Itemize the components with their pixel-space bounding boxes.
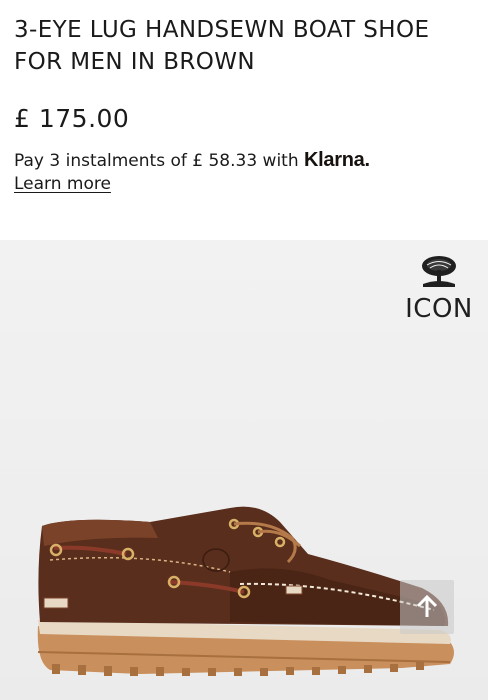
product-price: £ 175.00	[14, 104, 130, 133]
product-image[interactable]: ICON	[0, 240, 488, 700]
icon-badge-text: ICON	[405, 294, 473, 324]
expand-icon[interactable]	[456, 692, 480, 700]
product-info: 3-EYE LUG HANDSEWN BOAT SHOE FOR MEN IN …	[0, 0, 488, 240]
scroll-to-top-button[interactable]	[400, 580, 454, 634]
klarna-installments: Pay 3 instalments of £ 58.33 with Klarna…	[14, 148, 474, 173]
product-title: 3-EYE LUG HANDSEWN BOAT SHOE FOR MEN IN …	[14, 17, 430, 75]
klarna-logo: Klarna.	[304, 149, 370, 171]
timberland-tree-icon	[422, 256, 456, 287]
learn-more-link[interactable]: Learn more	[14, 172, 111, 196]
brand-badge: ICON	[400, 254, 478, 324]
installments-text: Pay 3 instalments of £ 58.33 with	[14, 151, 299, 171]
product-page: 3-EYE LUG HANDSEWN BOAT SHOE FOR MEN IN …	[0, 0, 488, 700]
boat-shoe-image	[37, 506, 454, 676]
arrow-up-icon	[416, 594, 438, 617]
